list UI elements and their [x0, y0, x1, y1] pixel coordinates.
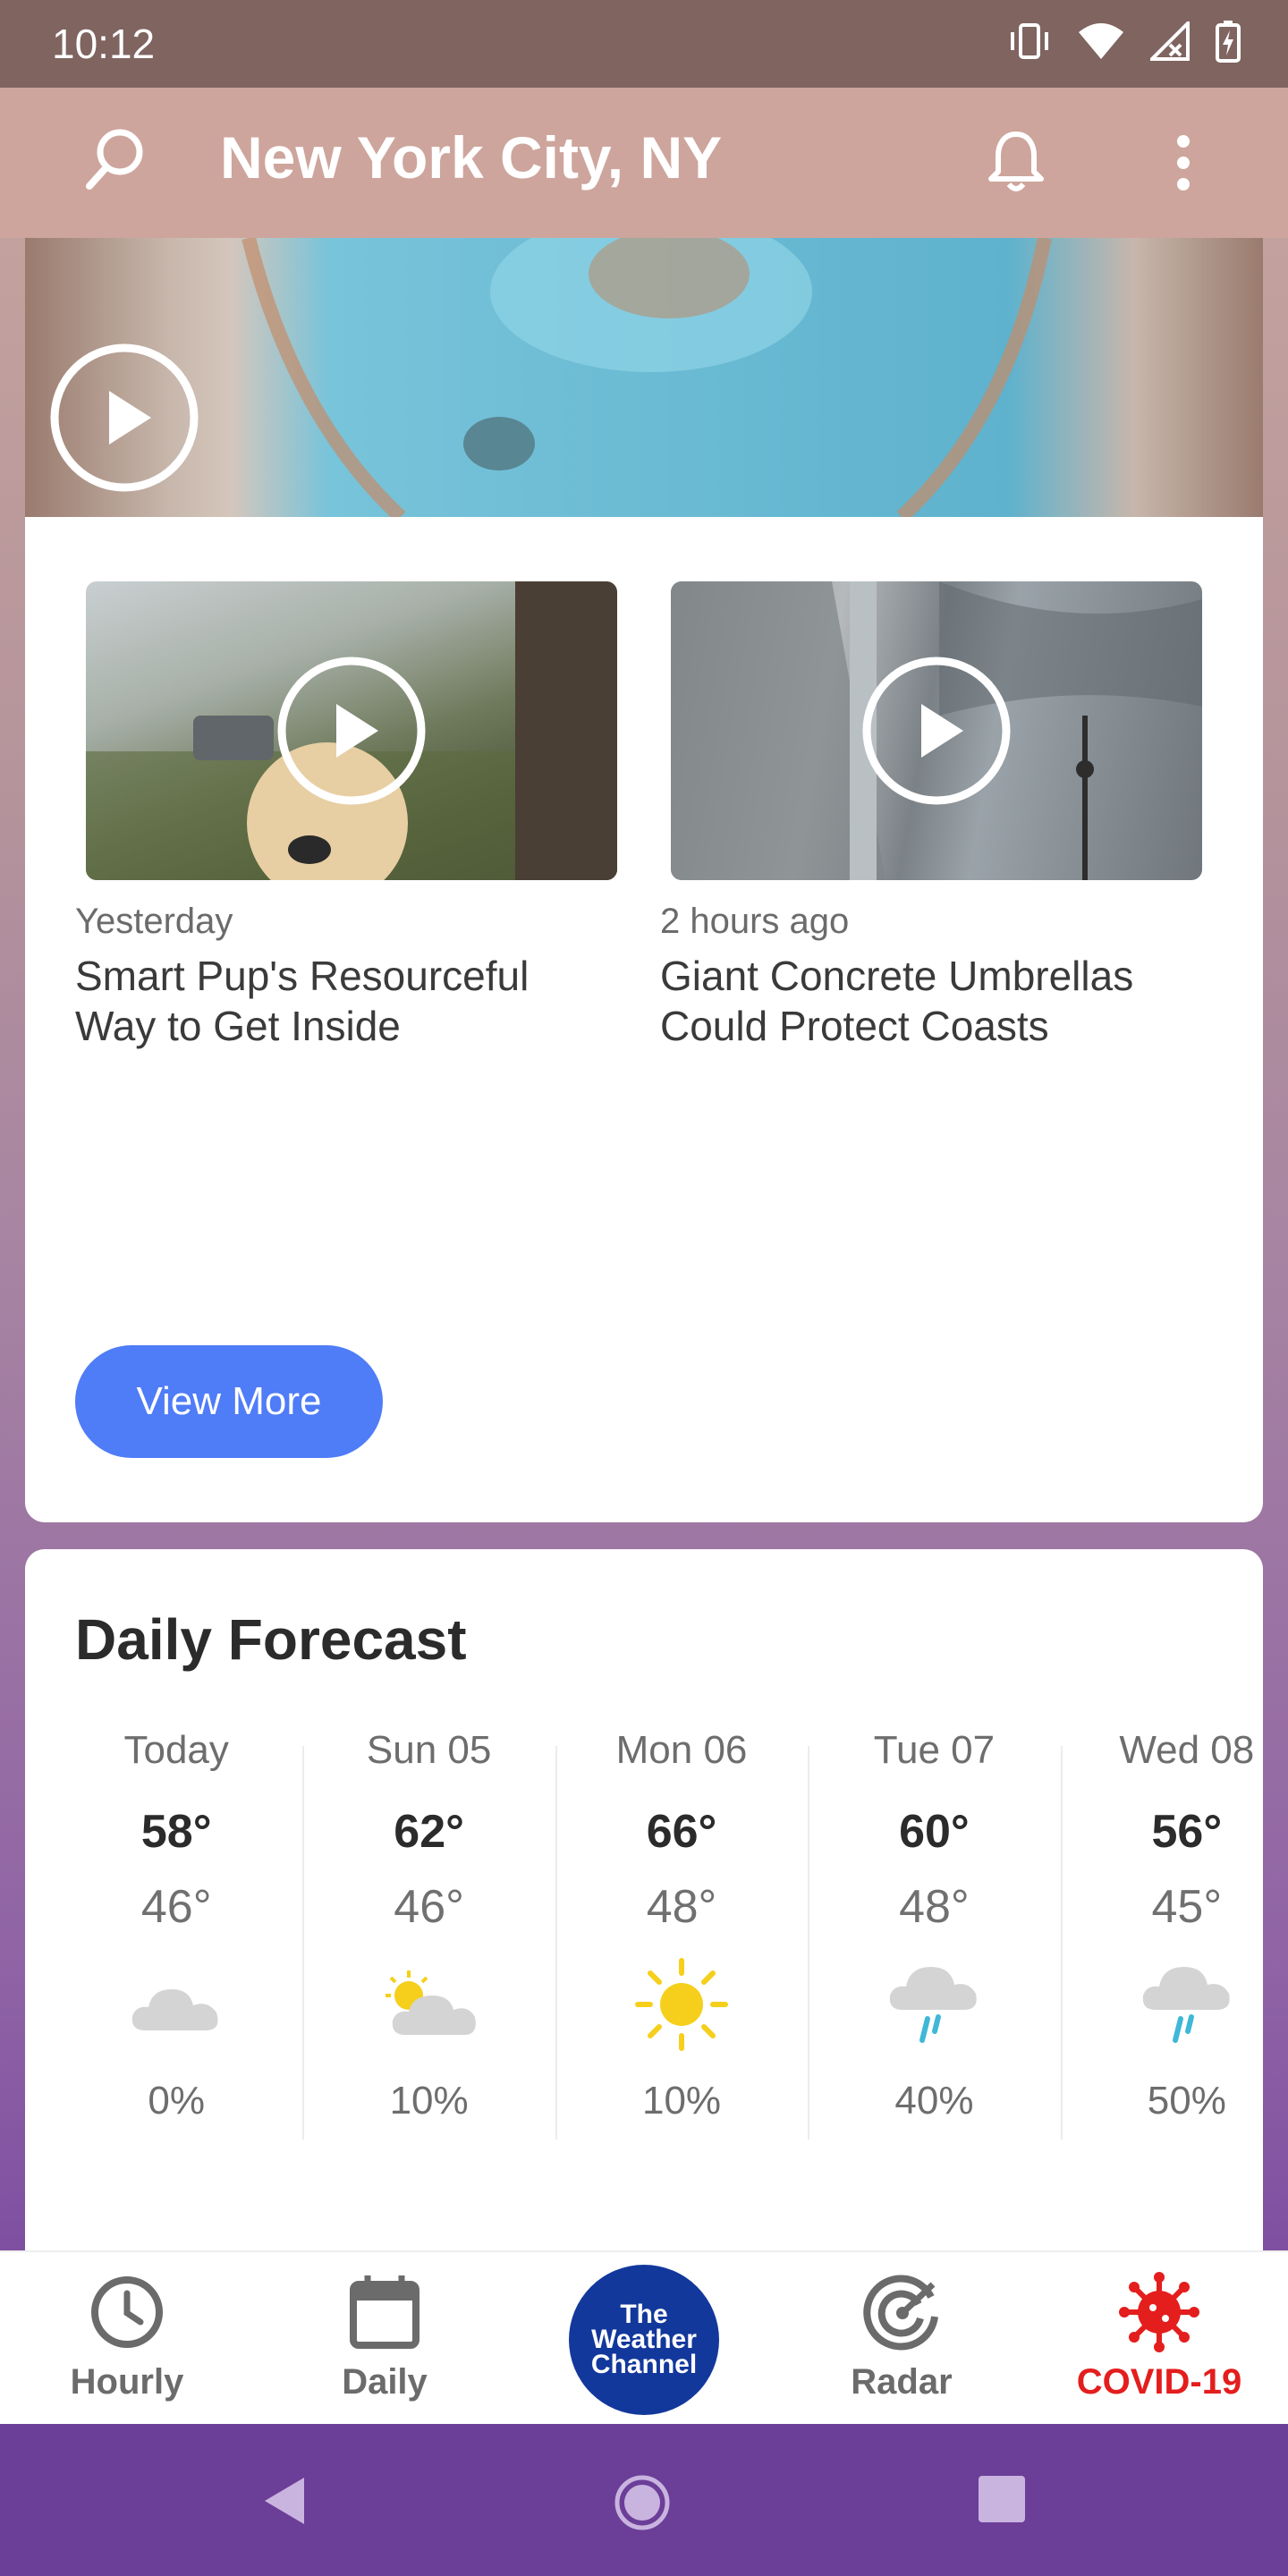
video-time: Yesterday	[75, 902, 233, 941]
forecast-day[interactable]: Wed 08 56° 45° 50%	[1060, 1728, 1288, 2140]
play-icon[interactable]	[275, 655, 428, 811]
video-thumbnail[interactable]	[86, 581, 617, 880]
status-bar: 10:12	[0, 0, 1288, 88]
day-label: Today	[123, 1728, 229, 1772]
day-low: 48°	[646, 1881, 717, 1933]
nav-label: Radar	[851, 2362, 953, 2402]
hero-video-image	[242, 238, 1052, 517]
forecast-title: Daily Forecast	[75, 1607, 467, 1672]
day-low: 45°	[1151, 1881, 1223, 1933]
rain-icon	[808, 1946, 1060, 2063]
day-low: 48°	[899, 1881, 970, 1933]
nav-radar[interactable]: Radar	[812, 2272, 991, 2402]
day-high: 60°	[899, 1806, 970, 1858]
day-precip: 0%	[148, 2079, 205, 2123]
play-icon[interactable]	[48, 342, 200, 498]
day-label: Sun 05	[366, 1728, 492, 1772]
day-high: 58°	[140, 1806, 212, 1858]
clock-icon	[87, 2276, 167, 2356]
calendar-icon	[344, 2275, 425, 2356]
forecast-day[interactable]: Mon 06 66° 48° 10%	[555, 1728, 808, 2140]
video-card: Yesterday Smart Pup's Resourceful Way to…	[25, 517, 1263, 1522]
partly-cloudy-icon	[302, 1946, 555, 2063]
day-label: Mon 06	[615, 1728, 748, 1772]
logo-line: Channel	[590, 2350, 698, 2379]
sunny-icon	[555, 1946, 808, 2063]
system-nav-bar	[0, 2424, 1288, 2576]
nav-covid[interactable]: COVID-19	[1070, 2272, 1249, 2402]
status-time: 10:12	[52, 21, 156, 67]
search-icon[interactable]	[84, 125, 147, 196]
radar-icon	[861, 2275, 942, 2356]
play-icon[interactable]	[860, 655, 1013, 811]
app-bar: New York City, NY	[0, 88, 1288, 238]
hero-video[interactable]	[25, 238, 1263, 517]
nav-label: Hourly	[70, 2362, 184, 2402]
view-more-button[interactable]: View More	[75, 1345, 383, 1458]
video-headline[interactable]: Giant Concrete Umbrellas Could Protect C…	[660, 951, 1202, 1051]
cloudy-icon	[50, 1946, 302, 2063]
battery-charging-icon	[1215, 20, 1241, 63]
logo-line: Weather	[591, 2325, 697, 2354]
day-high: 66°	[646, 1806, 717, 1858]
nav-hourly[interactable]: Hourly	[38, 2272, 216, 2402]
day-precip: 50%	[1147, 2079, 1226, 2123]
city-title[interactable]: New York City, NY	[220, 123, 722, 191]
video-headline[interactable]: Smart Pup's Resourceful Way to Get Insid…	[75, 951, 617, 1051]
video-time: 2 hours ago	[660, 902, 850, 941]
day-precip: 40%	[894, 2079, 974, 2123]
day-label: Tue 07	[873, 1728, 996, 1772]
weather-channel-logo[interactable]: The Weather Channel	[569, 2265, 719, 2415]
back-icon[interactable]	[259, 2474, 309, 2532]
more-vert-icon[interactable]	[1172, 134, 1195, 196]
home-icon[interactable]	[614, 2474, 671, 2536]
cell-signal-icon	[1150, 21, 1190, 61]
nav-label: Daily	[342, 2362, 428, 2402]
forecast-day[interactable]: Tue 07 60° 48° 40%	[808, 1728, 1060, 2140]
vibrate-icon	[1007, 21, 1052, 61]
bell-icon[interactable]	[987, 129, 1045, 198]
bottom-nav: Hourly Daily The Weather Channel Radar C…	[0, 2250, 1288, 2426]
forecast-days: Today 58° 46° 0% Sun 05 62° 46° 10% Mon …	[50, 1728, 1288, 2140]
forecast-day[interactable]: Today 58° 46° 0%	[50, 1728, 302, 2123]
wifi-icon	[1077, 21, 1125, 61]
nav-label: COVID-19	[1076, 2362, 1242, 2402]
video-thumbnail[interactable]	[671, 581, 1202, 880]
day-precip: 10%	[641, 2079, 722, 2123]
day-high: 62°	[394, 1806, 464, 1858]
day-precip: 10%	[389, 2079, 469, 2123]
video-item[interactable]: Yesterday Smart Pup's Resourceful Way to…	[75, 581, 617, 1051]
day-low: 46°	[394, 1881, 464, 1933]
video-item[interactable]: 2 hours ago Giant Concrete Umbrellas Cou…	[660, 581, 1202, 1051]
day-high: 56°	[1151, 1806, 1223, 1858]
forecast-day[interactable]: Sun 05 62° 46° 10%	[302, 1728, 555, 2140]
nav-daily[interactable]: Daily	[295, 2272, 474, 2402]
logo-line: The	[620, 2300, 668, 2329]
recents-icon[interactable]	[977, 2474, 1027, 2529]
day-low: 46°	[140, 1881, 212, 1933]
day-label: Wed 08	[1119, 1728, 1255, 1772]
rain-icon	[1061, 1946, 1288, 2063]
status-icons	[1007, 20, 1241, 63]
virus-icon	[1119, 2272, 1199, 2356]
